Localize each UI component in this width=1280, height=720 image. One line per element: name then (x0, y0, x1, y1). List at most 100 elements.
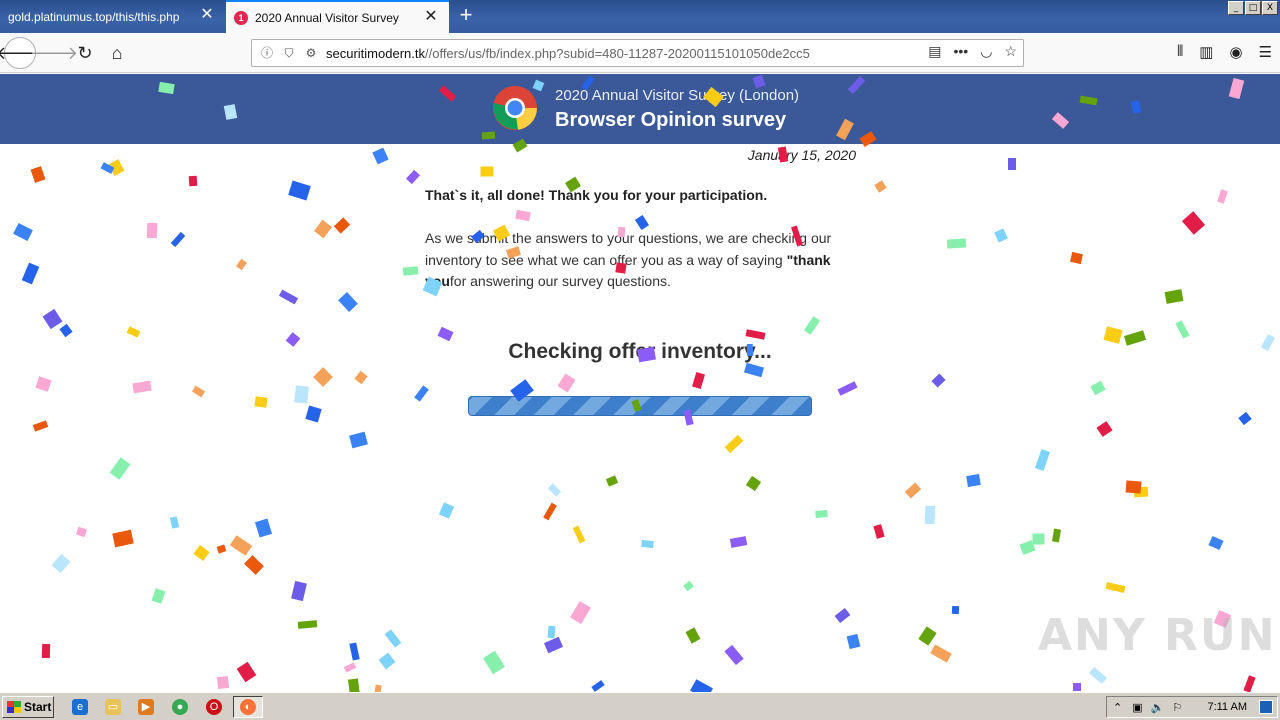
media-player-icon[interactable]: ▶ (138, 699, 154, 715)
start-button[interactable]: Start (2, 696, 54, 718)
survey-header: 2020 Annual Visitor Survey (London) Brow… (0, 74, 1280, 144)
home-button[interactable]: ⌂ (101, 37, 133, 69)
minimize-button[interactable]: _ (1228, 1, 1244, 15)
survey-date: January 15, 2020 (747, 147, 856, 163)
tab-gold-platinumus[interactable]: gold.platinumus.top/this/this.php ✕ (0, 0, 225, 33)
system-tray: ⌃ ▣ 🔈 ⚐ 7:11 AM (1106, 696, 1278, 718)
confetti-piece (1125, 480, 1142, 494)
confetti-piece (966, 474, 981, 487)
confetti-piece (904, 482, 922, 499)
confetti-piece (951, 605, 960, 615)
confetti-piece (931, 373, 946, 388)
new-tab-button[interactable]: + (455, 4, 477, 28)
library-icon[interactable]: ⫴ (1177, 43, 1183, 61)
confetti-piece (313, 219, 333, 239)
confetti-piece (216, 544, 227, 554)
chrome-icon[interactable]: ● (172, 699, 188, 715)
account-icon[interactable]: ◉ (1229, 43, 1242, 61)
confetti-piece (151, 588, 166, 604)
confetti-piece (254, 396, 268, 408)
confetti-piece (834, 607, 851, 624)
sidebar-icon[interactable]: ▥ (1199, 43, 1213, 61)
address-bar[interactable]: ⓘ ⛉ ⚙ securitimodern.tk//offers/us/fb/in… (251, 39, 1024, 67)
shield-icon[interactable]: ⛉ (282, 46, 296, 60)
confetti-piece (1088, 666, 1108, 685)
confetti-piece (1175, 320, 1190, 339)
confetti-piece (480, 166, 494, 177)
show-desktop-icon[interactable] (1259, 700, 1273, 714)
flag-icon[interactable]: ⚐ (1172, 701, 1182, 714)
confetti-piece (683, 580, 694, 592)
bookmark-star-icon[interactable]: ☆ (1004, 43, 1017, 60)
confetti-piece (170, 231, 186, 248)
confetti-piece (229, 535, 253, 556)
confetti-piece (30, 166, 46, 183)
confetti-piece (1073, 683, 1081, 691)
confetti-piece (745, 475, 762, 492)
navigation-toolbar: 🡐 🡒 ↻ ⌂ ⓘ ⛉ ⚙ securitimodern.tk//offers/… (0, 33, 1280, 73)
forward-button[interactable]: 🡒 (30, 37, 78, 69)
clock: 7:11 AM (1207, 701, 1247, 713)
confetti-piece (100, 162, 115, 174)
tray-expand-icon[interactable]: ⌃ (1113, 701, 1122, 714)
confetti-piece (348, 678, 360, 692)
confetti-piece (930, 644, 952, 663)
reload-button[interactable]: ↻ (69, 37, 101, 69)
confetti-piece (605, 475, 619, 487)
confetti-piece (305, 405, 322, 423)
internet-explorer-icon[interactable]: e (72, 699, 88, 715)
survey-title: Browser Opinion survey (555, 109, 787, 131)
checking-heading: Checking offer inventory... (508, 340, 772, 363)
confetti-piece (924, 505, 936, 525)
confetti-piece (547, 483, 562, 497)
confetti-piece (13, 223, 33, 241)
confetti-piece (374, 684, 382, 692)
page-actions-icon[interactable]: ••• (954, 43, 969, 60)
watermark: ANY RUN (1038, 610, 1277, 661)
url-path: //offers/us/fb/index.php?subid=480-11287… (424, 45, 810, 61)
confetti-piece (543, 502, 557, 521)
opera-icon[interactable]: O (206, 699, 222, 715)
page-content: 2020 Annual Visitor Survey (London) Brow… (0, 74, 1280, 692)
confetti-piece (873, 524, 885, 539)
tab-title: gold.platinumus.top/this/this.php (8, 9, 180, 24)
taskbar: Start e ▭ ▶ ● O ◐ ⌃ ▣ 🔈 ⚐ 7:11 AM (0, 692, 1280, 720)
confetti-piece (994, 228, 1008, 243)
firefox-icon: ◐ (240, 699, 256, 715)
network-icon[interactable]: ▣ (1132, 701, 1142, 714)
reader-view-icon[interactable]: ▤ (928, 43, 941, 60)
confetti-piece (1096, 421, 1113, 437)
url-host: securitimodern.tk (326, 45, 425, 61)
confetti-piece (745, 329, 766, 340)
confetti-piece (42, 308, 63, 330)
confetti-piece (641, 539, 654, 549)
confetti-piece (1164, 289, 1184, 304)
confetti-piece (1070, 251, 1083, 265)
windows-logo-icon (7, 701, 21, 713)
confetti-piece (837, 381, 858, 396)
confetti-piece (570, 601, 591, 624)
confetti-piece (815, 509, 828, 519)
confetti-piece (216, 675, 230, 690)
start-label: Start (24, 700, 52, 714)
close-tab-icon[interactable]: ✕ (199, 7, 215, 23)
maximize-button[interactable]: □ (1245, 1, 1261, 15)
tab-title: 2020 Annual Visitor Survey (255, 10, 399, 25)
folder-icon[interactable]: ▭ (105, 699, 121, 715)
progress-bar (468, 396, 812, 416)
close-window-button[interactable]: X (1262, 1, 1278, 15)
confetti-piece (1051, 528, 1062, 543)
permissions-icon[interactable]: ⚙ (304, 46, 318, 60)
close-tab-icon[interactable]: ✕ (423, 9, 439, 25)
confetti-piece (543, 636, 564, 654)
confetti-piece (297, 620, 318, 629)
firefox-task-button[interactable]: ◐ (233, 696, 263, 718)
info-icon[interactable]: ⓘ (260, 46, 274, 60)
confetti-piece (572, 525, 586, 544)
confetti-piece (1243, 675, 1256, 692)
menu-icon[interactable]: ☰ (1259, 43, 1272, 61)
volume-icon[interactable]: 🔈 (1151, 701, 1165, 714)
confetti-piece (1238, 411, 1252, 426)
tab-visitor-survey[interactable]: 1 2020 Annual Visitor Survey ✕ (226, 0, 449, 33)
pocket-icon[interactable]: ◡ (980, 43, 992, 60)
